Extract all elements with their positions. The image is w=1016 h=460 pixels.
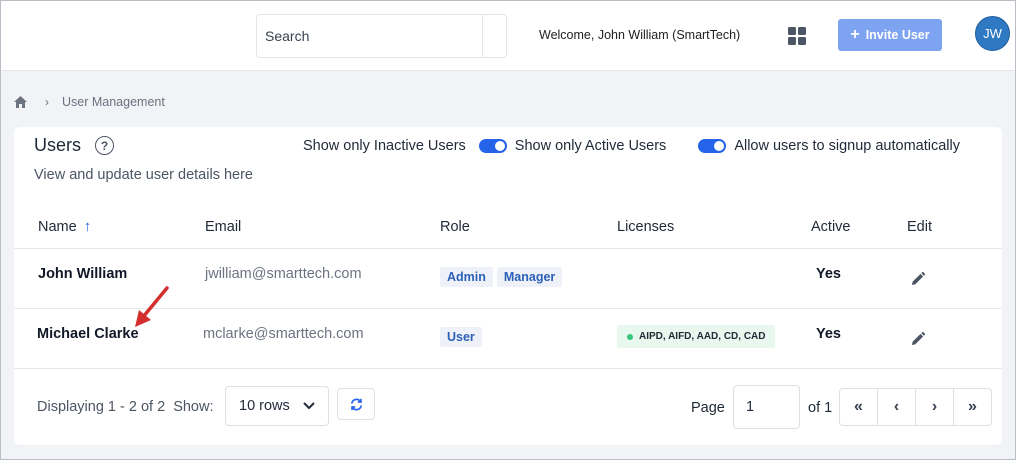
show-label: Show: [173,399,214,415]
rows-per-page-select[interactable]: 10 rows [225,386,329,426]
grid-icon[interactable] [788,27,806,45]
role-badge: Admin [440,266,493,287]
search-input[interactable] [257,15,483,57]
signup-auto-toggle[interactable] [698,139,727,153]
page-number-input[interactable] [733,385,800,429]
search-box[interactable] [256,14,507,58]
license-list: AIPD, AIFD, AAD, CD, CAD [639,331,766,342]
page-title: Users ? [34,135,115,156]
role-badge: User [440,326,482,347]
edit-icon[interactable] [910,309,926,368]
pagination-controls: « ‹ › » [839,388,992,426]
user-roles: User [440,307,486,366]
first-page-button[interactable]: « [840,389,878,425]
breadcrumb: › User Management [13,95,165,109]
rows-per-page-value: 10 rows [239,398,290,414]
page-subtitle: View and update user details here [34,167,253,183]
last-page-button[interactable]: » [954,389,991,425]
user-name: Michael Clarke [37,325,139,342]
pagination-summary: Displaying 1 - 2 of 2 Show: [37,399,214,415]
previous-page-button[interactable]: ‹ [878,389,916,425]
top-bar: Welcome, John William (SmartTech) + Invi… [1,1,1015,71]
avatar[interactable]: JW [975,16,1010,51]
active-users-toggle[interactable] [478,139,507,153]
column-header-email[interactable]: Email [205,205,241,248]
license-status-dot [627,333,633,340]
user-email: mclarke@smarttech.com [203,325,364,342]
column-header-name[interactable]: Name ↑ [38,205,91,248]
column-header-licenses[interactable]: Licenses [617,205,674,248]
user-roles: Admin Manager [440,247,566,306]
edit-icon[interactable] [910,249,926,308]
search-divider [482,15,483,57]
user-licenses: AIPD, AIFD, AAD, CD, CAD [617,307,776,366]
page-total: of 1 [808,400,833,416]
license-badge: AIPD, AIFD, AAD, CD, CAD [617,325,776,348]
invite-user-button[interactable]: + Invite User [838,19,942,51]
company-name: (SmartTech) [672,28,741,42]
displaying-text: Displaying 1 - 2 of 2 [37,399,166,415]
help-icon[interactable]: ? [95,136,115,155]
breadcrumb-current: User Management [62,95,165,109]
users-title: Users [34,135,82,155]
filter-toggles: Show only Inactive Users Show only Activ… [303,138,960,154]
inactive-users-filter[interactable]: Show only Inactive Users [303,138,466,154]
user-active: Yes [816,265,841,282]
welcome-text: Welcome, John William [539,28,669,42]
column-header-edit: Edit [907,218,932,235]
table-footer: Displaying 1 - 2 of 2 Show: 10 rows Page… [14,369,1002,445]
invite-user-label: Invite User [865,28,930,42]
welcome-message: Welcome, John William (SmartTech) [539,28,740,42]
next-page-button[interactable]: › [916,389,954,425]
role-badge: Manager [496,266,563,287]
active-users-filter[interactable]: Show only Active Users [515,138,667,154]
refresh-button[interactable] [337,388,375,420]
chevron-right-icon: › [45,95,49,109]
sort-ascending-icon[interactable]: ↑ [84,218,92,235]
user-name: John William [38,265,128,282]
column-header-active[interactable]: Active [811,205,851,248]
user-email: jwilliam@smarttech.com [205,265,362,282]
home-icon[interactable] [13,95,28,109]
user-active: Yes [816,325,841,342]
table-header: Name ↑ Email Role Licenses Active Edit [14,205,1002,249]
plus-icon: + [850,26,860,43]
annotation-arrow-icon [135,286,169,327]
refresh-icon [350,398,362,410]
signup-auto-label[interactable]: Allow users to signup automatically [734,138,960,154]
chevron-down-icon [303,402,315,410]
column-header-role[interactable]: Role [440,205,470,248]
column-name-label: Name [38,218,77,235]
page-label: Page [691,400,725,416]
